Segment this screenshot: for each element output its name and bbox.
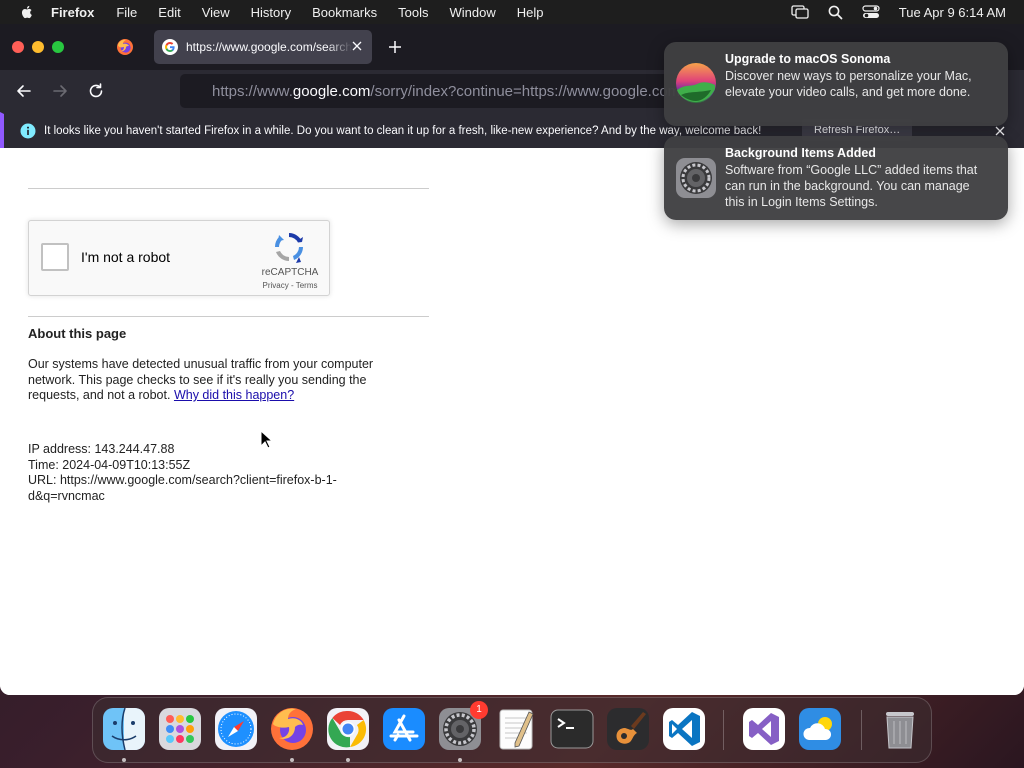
window-zoom-button[interactable] bbox=[52, 41, 64, 53]
dock-running-indicator bbox=[122, 758, 126, 762]
notification-body: Software from “Google LLC” added items t… bbox=[725, 163, 978, 209]
terminal-icon bbox=[550, 709, 594, 749]
visual-studio-icon bbox=[743, 708, 785, 750]
menu-view[interactable]: View bbox=[202, 5, 230, 20]
dock-running-indicator bbox=[346, 758, 350, 762]
menu-tools[interactable]: Tools bbox=[398, 5, 428, 20]
firefox-icon bbox=[271, 708, 313, 750]
firefox-view-icon[interactable] bbox=[116, 38, 134, 56]
url-text: https://www.google.com/sorry/index?conti… bbox=[212, 83, 700, 100]
menu-bookmarks[interactable]: Bookmarks bbox=[312, 5, 377, 20]
safari-icon bbox=[215, 708, 257, 750]
menu-help[interactable]: Help bbox=[517, 5, 544, 20]
dock: 1 bbox=[92, 697, 932, 763]
system-settings-gear-icon bbox=[676, 158, 716, 198]
trash-icon bbox=[886, 712, 914, 749]
screen-mirroring-icon[interactable] bbox=[791, 5, 809, 19]
app-store-icon bbox=[383, 708, 425, 750]
macos-sonoma-icon bbox=[676, 63, 716, 103]
tab-close-icon[interactable] bbox=[350, 39, 364, 53]
tab-active[interactable]: https://www.google.com/search?client=fir… bbox=[154, 30, 372, 64]
menu-history[interactable]: History bbox=[251, 5, 291, 20]
dock-vscode[interactable] bbox=[661, 706, 707, 752]
recaptcha-privacy-terms[interactable]: Privacy - Terms bbox=[253, 281, 327, 290]
dock-visual-studio[interactable] bbox=[741, 706, 787, 752]
dock-garageband[interactable] bbox=[605, 706, 651, 752]
url-prefix: https://www. bbox=[212, 82, 293, 100]
garageband-icon bbox=[607, 708, 649, 750]
notification-background-items[interactable]: Background Items Added Software from “Go… bbox=[664, 136, 1008, 220]
tab-title: https://www.google.com/search?client=fir… bbox=[186, 40, 352, 54]
window-close-button[interactable] bbox=[12, 41, 24, 53]
dock-separator bbox=[723, 710, 724, 750]
address-bar[interactable]: https://www.google.com/sorry/index?conti… bbox=[180, 74, 700, 108]
system-settings-badge: 1 bbox=[470, 701, 488, 719]
dock-separator bbox=[861, 710, 862, 750]
menu-app-name[interactable]: Firefox bbox=[51, 5, 94, 20]
reload-icon[interactable] bbox=[87, 82, 105, 100]
menu-bar: Firefox File Edit View History Bookmarks… bbox=[0, 0, 1024, 24]
request-details: IP address: 143.244.47.88 Time: 2024-04-… bbox=[28, 442, 368, 504]
recaptcha-label: I'm not a robot bbox=[81, 249, 171, 265]
dock-terminal[interactable] bbox=[549, 706, 595, 752]
finder-icon bbox=[103, 707, 145, 751]
page-content: I'm not a robot reCAPTCHA Privacy - Term… bbox=[0, 148, 1024, 695]
menu-edit[interactable]: Edit bbox=[158, 5, 180, 20]
infobar-message: It looks like you haven't started Firefo… bbox=[44, 125, 762, 137]
url-domain: google.com bbox=[292, 82, 371, 100]
dock-trash[interactable] bbox=[877, 706, 923, 752]
recaptcha-widget: I'm not a robot reCAPTCHA Privacy - Term… bbox=[28, 220, 330, 296]
menu-window[interactable]: Window bbox=[450, 5, 496, 20]
menu-clock[interactable]: Tue Apr 9 6:14 AM bbox=[899, 5, 1006, 20]
dock-running-indicator bbox=[290, 758, 294, 762]
chrome-icon bbox=[327, 708, 369, 750]
dock-safari[interactable] bbox=[213, 706, 259, 752]
notification-macos-upgrade[interactable]: Upgrade to macOS Sonoma Discover new way… bbox=[664, 42, 1008, 126]
launchpad-icon bbox=[159, 708, 201, 750]
info-icon bbox=[20, 123, 36, 139]
recaptcha-logo-icon bbox=[274, 233, 303, 263]
back-arrow-icon[interactable] bbox=[15, 82, 33, 100]
vscode-icon bbox=[663, 708, 705, 750]
ip-address: IP address: 143.244.47.88 bbox=[28, 442, 175, 456]
about-paragraph: Our systems have detected unusual traffi… bbox=[28, 357, 408, 404]
recaptcha-checkbox[interactable] bbox=[41, 243, 69, 271]
dock-chrome[interactable] bbox=[325, 706, 371, 752]
divider-top bbox=[28, 188, 429, 189]
why-did-this-happen-link[interactable]: Why did this happen? bbox=[174, 388, 294, 402]
dock-launchpad[interactable] bbox=[157, 706, 203, 752]
mouse-pointer-icon bbox=[260, 430, 274, 449]
apple-menu-icon[interactable] bbox=[19, 4, 35, 20]
weather-icon bbox=[799, 708, 841, 750]
menu-file[interactable]: File bbox=[116, 5, 137, 20]
notification-title: Upgrade to macOS Sonoma bbox=[725, 52, 891, 66]
notification-body: Discover new ways to personalize your Ma… bbox=[725, 69, 972, 99]
dock-app-store[interactable] bbox=[381, 706, 427, 752]
google-favicon-icon bbox=[162, 39, 178, 55]
dock-firefox[interactable] bbox=[269, 706, 315, 752]
dock-running-indicator bbox=[458, 758, 462, 762]
dock-textedit[interactable] bbox=[493, 706, 539, 752]
new-tab-icon[interactable] bbox=[388, 40, 402, 54]
spotlight-search-icon[interactable] bbox=[828, 5, 843, 20]
divider-middle bbox=[28, 316, 429, 317]
notification-title: Background Items Added bbox=[725, 146, 876, 160]
dock-finder[interactable] bbox=[101, 706, 147, 752]
request-url: URL: https://www.google.com/search?clien… bbox=[28, 473, 337, 503]
control-center-icon[interactable] bbox=[862, 5, 880, 19]
dock-weather[interactable] bbox=[797, 706, 843, 752]
url-path: /sorry/index?continue=https://www.google… bbox=[370, 82, 700, 100]
recaptcha-brand: reCAPTCHA bbox=[261, 267, 319, 278]
window-minimize-button[interactable] bbox=[32, 41, 44, 53]
timestamp: Time: 2024-04-09T10:13:55Z bbox=[28, 457, 191, 472]
forward-arrow-icon[interactable] bbox=[51, 82, 69, 100]
about-heading: About this page bbox=[28, 326, 127, 341]
textedit-icon bbox=[499, 709, 534, 750]
